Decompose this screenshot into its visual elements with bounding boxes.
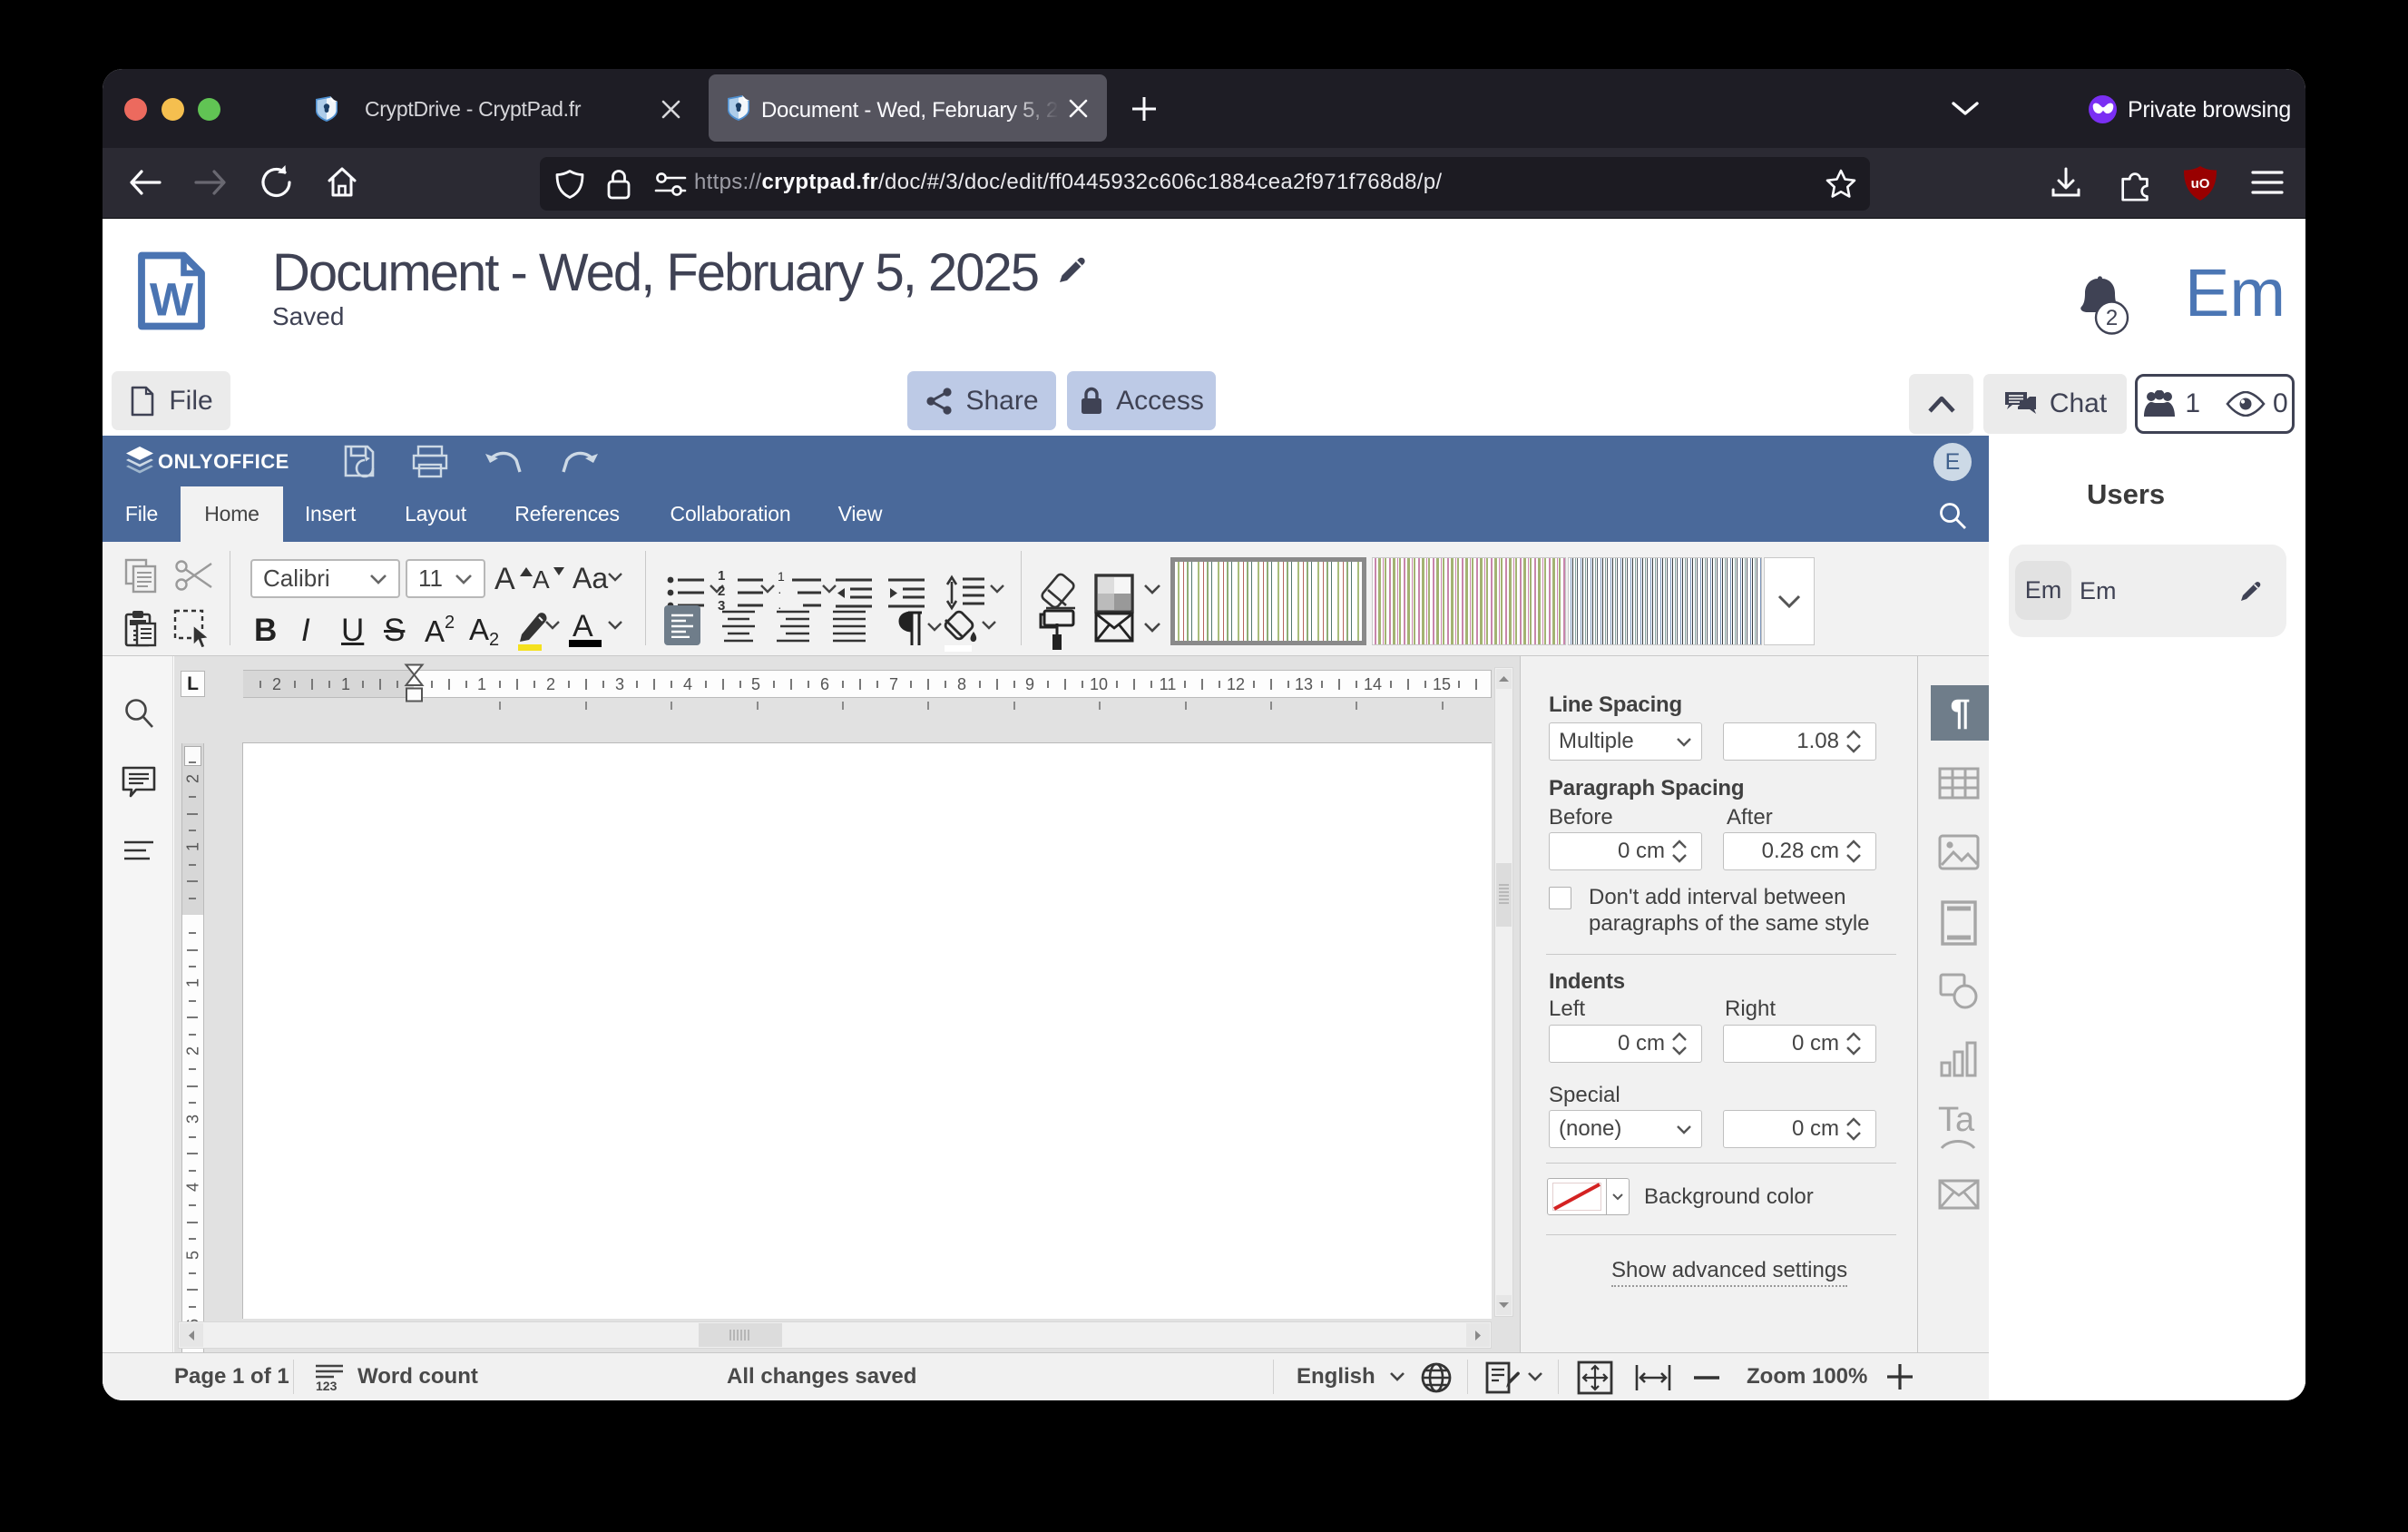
svg-text:2: 2 bbox=[2106, 306, 2118, 330]
svg-text:123: 123 bbox=[316, 1379, 338, 1393]
svg-text:W: W bbox=[150, 274, 194, 326]
svg-text:uO: uO bbox=[2191, 176, 2210, 192]
